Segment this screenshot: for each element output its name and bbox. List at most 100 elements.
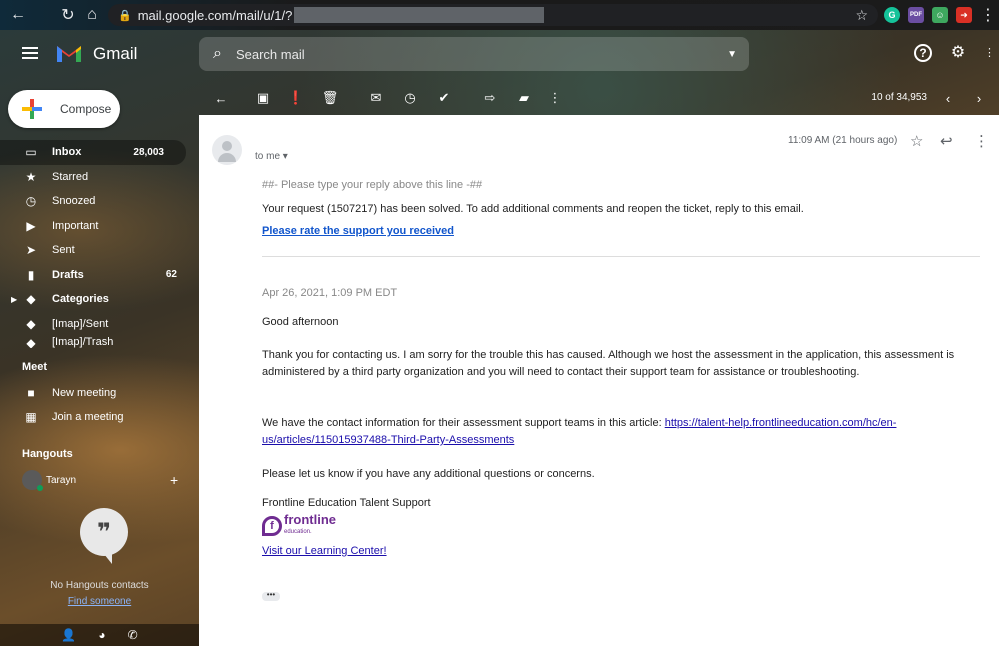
gmail-brand: Gmail xyxy=(93,43,138,63)
draft-icon: ▮ xyxy=(27,267,35,282)
home-icon[interactable]: ⌂ xyxy=(80,6,104,24)
gmail-m-icon xyxy=(57,46,81,62)
browser-toolbar: ← ↻ ⌂ 🔒 mail.google.com/mail/u/1/? ☆ G P… xyxy=(0,0,999,30)
label-icon: ◆ xyxy=(26,292,36,307)
main-menu-icon[interactable] xyxy=(22,47,38,59)
url-text: mail.google.com/mail/u/1/? xyxy=(137,7,293,23)
more-menu-icon[interactable]: ⋮ xyxy=(976,5,999,25)
person-icon[interactable]: 👤 xyxy=(61,628,76,642)
search-bar[interactable]: ⌕ Search mail ▼ xyxy=(199,37,749,71)
search-options-icon[interactable]: ▼ xyxy=(727,49,737,60)
hangouts-bubble-icon: ❞ xyxy=(80,508,128,564)
compose-button[interactable]: Compose xyxy=(8,90,120,128)
star-icon: ★ xyxy=(25,169,37,184)
apps-grid-icon[interactable]: ⋮⋮ xyxy=(984,43,999,63)
address-bar[interactable]: 🔒 mail.google.com/mail/u/1/? ☆ xyxy=(108,4,878,26)
sidebar-nav: ▭ Inbox 28,003 ★ Starred ◷ Snoozed ▶ Imp… xyxy=(0,140,199,348)
new-meeting-item[interactable]: ■ New meeting xyxy=(0,381,199,406)
paragraph-3: Please let us know if you have any addit… xyxy=(262,468,595,480)
frontline-logo-icon: f xyxy=(262,516,282,536)
find-someone-link[interactable]: Find someone xyxy=(0,596,199,607)
back-to-inbox-icon[interactable]: ← xyxy=(209,86,233,110)
bookmark-star-icon[interactable]: ☆ xyxy=(855,7,868,24)
paragraph-2-text: We have the contact information for thei… xyxy=(262,417,665,429)
star-message-icon[interactable]: ☆ xyxy=(910,132,923,150)
sidebar-item-label: Categories xyxy=(52,293,109,306)
keyboard-icon: ▦ xyxy=(25,410,37,425)
sidebar-item-label: [Imap]/Trash xyxy=(52,336,114,348)
sidebar-item-label: Snoozed xyxy=(52,195,96,208)
hangouts-user[interactable]: Tarayn xyxy=(22,470,76,491)
sidebar-item-starred[interactable]: ★ Starred xyxy=(0,165,199,190)
report-spam-icon[interactable]: ❗ xyxy=(284,86,308,110)
join-meeting-item[interactable]: ▦ Join a meeting xyxy=(0,405,199,430)
frontline-logo: f frontline education. xyxy=(262,513,336,538)
recipient-toggle[interactable]: to me ▾ xyxy=(255,151,288,162)
learning-center-link[interactable]: Visit our Learning Center! xyxy=(262,543,387,560)
sidebar-item-imap-trash[interactable]: ◆ [Imap]/Trash xyxy=(0,336,199,348)
solved-text: Your request (1507217) has been solved. … xyxy=(262,203,804,215)
clock-icon: ◷ xyxy=(25,194,37,209)
divider xyxy=(262,256,980,257)
meet-item-label: New meeting xyxy=(52,387,117,400)
search-input[interactable]: Search mail xyxy=(236,47,305,62)
sidebar-item-label: [Imap]/Sent xyxy=(52,317,109,330)
sidebar-item-drafts[interactable]: ▮ Drafts 62 xyxy=(0,263,199,288)
reading-pane: to me ▾ 11:09 AM (21 hours ago) ☆ ↩ ⋮ ##… xyxy=(199,115,999,646)
arrow-badge-icon[interactable]: ➜ xyxy=(956,7,972,23)
label-icon: ◆ xyxy=(26,336,36,348)
label-icon: ◆ xyxy=(26,316,36,331)
important-icon: ▶ xyxy=(26,218,36,233)
back-icon[interactable]: ← xyxy=(6,6,30,24)
hangouts-tabs: 👤 ◕ ✆ xyxy=(0,624,199,646)
sidebar-item-sent[interactable]: ➤ Sent xyxy=(0,238,199,263)
sidebar-item-inbox[interactable]: ▭ Inbox 28,003 xyxy=(0,140,186,165)
newer-chevron-icon[interactable]: ‹ xyxy=(936,86,960,110)
sender-avatar xyxy=(212,135,242,165)
paragraph-2: We have the contact information for thei… xyxy=(262,415,972,449)
older-chevron-icon[interactable]: › xyxy=(967,86,991,110)
add-task-icon[interactable]: ✔ xyxy=(432,86,456,110)
paragraph-1: Thank you for contacting us. I am sorry … xyxy=(262,349,955,378)
sidebar-item-snoozed[interactable]: ◷ Snoozed xyxy=(0,189,199,214)
pdf-icon[interactable]: PDF xyxy=(908,7,924,23)
sidebar-item-count: 62 xyxy=(165,269,177,281)
sidebar-item-categories[interactable]: ▶ ◆ Categories xyxy=(0,287,199,312)
smile-icon[interactable]: ☺ xyxy=(932,7,948,23)
reload-icon[interactable]: ↻ xyxy=(56,5,80,25)
sidebar-item-label: Sent xyxy=(52,244,75,257)
rate-support-link[interactable]: Please rate the support you received xyxy=(262,223,454,240)
recipient-label: to me xyxy=(255,151,281,162)
compose-plus-icon xyxy=(22,99,42,119)
gmail-logo[interactable]: Gmail xyxy=(55,43,137,64)
expand-arrow-icon[interactable]: ▶ xyxy=(11,295,17,304)
sidebar-item-imap-sent[interactable]: ◆ [Imap]/Sent xyxy=(0,312,199,337)
message-count: 10 of 34,953 xyxy=(871,92,927,103)
archive-icon[interactable]: ▣ xyxy=(251,86,275,110)
inbox-icon: ▭ xyxy=(25,145,37,160)
avatar xyxy=(22,470,43,491)
show-trimmed-content-button[interactable]: ••• xyxy=(262,591,280,601)
lock-icon: 🔒 xyxy=(118,9,132,22)
compose-label: Compose xyxy=(60,102,112,116)
sidebar-item-label: Inbox xyxy=(52,146,82,159)
help-icon[interactable]: ? xyxy=(914,44,932,62)
grammarly-icon[interactable]: G xyxy=(884,7,900,23)
delete-icon[interactable]: 🗑 xyxy=(318,86,342,110)
search-icon[interactable]: ⌕ xyxy=(213,45,222,63)
label-icon[interactable]: ▰ xyxy=(512,86,536,110)
reply-line: ##- Please type your reply above this li… xyxy=(262,179,483,191)
sidebar-item-important[interactable]: ▶ Important xyxy=(0,214,199,239)
settings-gear-icon[interactable]: ⚙ xyxy=(948,43,968,63)
move-to-icon[interactable]: ⇨ xyxy=(478,86,502,110)
more-actions-icon[interactable]: ⋮ xyxy=(543,86,567,110)
snooze-icon[interactable]: ◷ xyxy=(398,86,422,110)
hangouts-heading: Hangouts xyxy=(22,448,73,460)
reply-icon[interactable]: ↩ xyxy=(940,132,953,150)
add-contact-icon[interactable]: + xyxy=(170,472,178,488)
redacted-url xyxy=(294,7,545,23)
more-message-icon[interactable]: ⋮ xyxy=(974,132,989,150)
phone-icon[interactable]: ✆ xyxy=(128,628,138,642)
chat-bubble-icon[interactable]: ◕ xyxy=(98,628,105,642)
mark-unread-icon[interactable]: ✉ xyxy=(364,86,388,110)
